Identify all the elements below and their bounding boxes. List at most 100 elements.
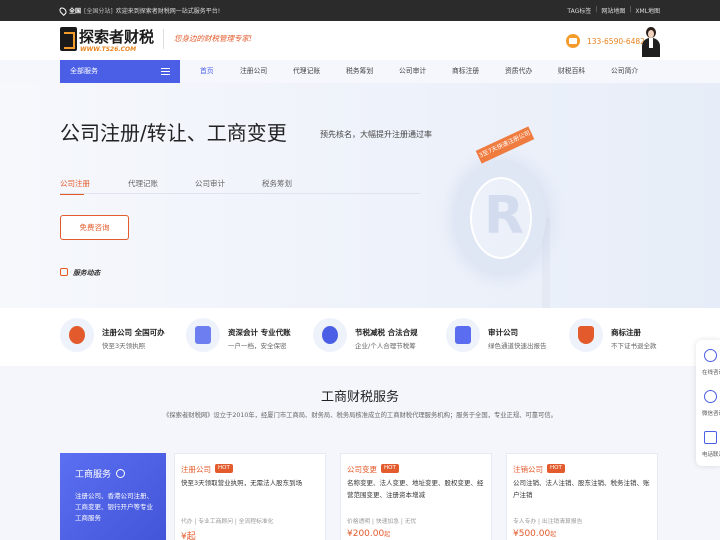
- section-title: 工商财税服务: [320, 390, 399, 405]
- wechat-button[interactable]: 微信咨询: [696, 383, 720, 423]
- float-label: 电话联系: [702, 452, 720, 458]
- tab-bookkeeping[interactable]: 代理记账: [128, 178, 158, 189]
- consultant-avatar: [640, 27, 662, 57]
- feature-audit[interactable]: 审计公司 绿色通道快速出报告: [446, 318, 556, 354]
- card-desc: 注册公司、香港公司注册、工商变更、银行开户等专业工商服务: [75, 492, 153, 522]
- feature-strip: 注册公司 全国可办 快至3天领执照 资深会计 专业代账 一户一档，安全保密 节税…: [0, 308, 720, 366]
- feature-registration[interactable]: 注册公司 全国可办 快至3天领执照: [60, 318, 180, 354]
- service-card-change[interactable]: 公司变更 HOT 名称变更、法人变更、地址变更、股权变更、经营范围变更、注册资本…: [340, 453, 492, 540]
- service-tags: 专人专办 | 出注销清算报告: [513, 519, 583, 525]
- audit-report-icon: [446, 318, 480, 352]
- hero-banner: 公司注册/转让、工商变更 预先核名，大幅提升注册通过率 公司注册 代理记账 公司…: [0, 83, 720, 308]
- hot-badge: HOT: [215, 464, 233, 473]
- feature-desc: 一户一档，安全保密: [228, 342, 287, 350]
- news-label: 服务动态: [73, 269, 101, 277]
- feature-title: 注册公司 全国可办: [102, 328, 165, 337]
- service-desc: 名称变更、法人变更、地址变更、股权变更、经营范围变更、注册资本增减: [347, 479, 484, 499]
- business-service-card[interactable]: 工商服务 注册公司、香港公司注册、工商变更、银行开户等专业工商服务: [60, 453, 166, 540]
- feature-tax-saving[interactable]: 节税减税 合法合规 企业/个人合理节税筹: [313, 318, 433, 354]
- service-name: 注册公司: [181, 465, 211, 474]
- feature-title: 商标注册: [611, 328, 641, 337]
- logo-url: WWW.TS26.COM: [80, 46, 137, 53]
- location-pin-icon: [58, 5, 68, 16]
- menu-icon: [161, 68, 170, 75]
- registered-trademark-graphic: R 3至7天快速注册公司: [456, 126, 566, 308]
- all-services-label: 全部服务: [70, 67, 98, 75]
- floating-contact-bar: 在线咨询 微信咨询 电话联系: [696, 340, 720, 466]
- feature-title: 节税减税 合法合规: [355, 328, 418, 337]
- tab-company-registration[interactable]: 公司注册: [60, 178, 90, 195]
- hero-subtitle: 预先核名，大幅提升注册通过率: [320, 130, 432, 139]
- phone-icon: [566, 34, 580, 48]
- all-services-menu[interactable]: 全部服务: [60, 60, 180, 83]
- feature-trademark[interactable]: 商标注册 不下证书退全款: [569, 318, 669, 354]
- service-desc: 公司注销、法人注销、股东注销、税务注销、账户注销: [513, 479, 650, 499]
- news-icon: [60, 268, 68, 276]
- region-label: 全国: [69, 8, 82, 15]
- region-switch-link[interactable]: [全国分站]: [84, 6, 113, 15]
- logo-mark-icon: [60, 27, 77, 51]
- top-bar: 全国 [全国分站] 欢迎来到探索者财税网一站式服务平台! TAG标签 | 网站地…: [0, 0, 720, 21]
- service-price: ¥200.00起: [347, 529, 391, 539]
- feature-desc: 快至3天领执照: [102, 342, 146, 350]
- feature-desc: 企业/个人合理节税筹: [355, 342, 416, 350]
- nav-item-about[interactable]: 公司简介: [611, 60, 638, 83]
- float-label: 微信咨询: [702, 411, 720, 417]
- nav-item-trademark[interactable]: 商标注册: [452, 60, 479, 83]
- service-card-deregistration[interactable]: 注销公司 HOT 公司注销、法人注销、股东注销、税务注销、账户注销 专人专办 |…: [506, 453, 658, 540]
- site-logo[interactable]: 探索者财税 WWW.TS26.COM: [60, 25, 156, 57]
- nav-item-company-registration[interactable]: 注册公司: [240, 60, 267, 83]
- sitemap-link[interactable]: 网站地图: [601, 6, 625, 15]
- site-header: 探索者财税 WWW.TS26.COM 您身边的财税管理专家! 133-6590-…: [0, 21, 720, 60]
- nav-item-qualification[interactable]: 资质代办: [505, 60, 532, 83]
- online-chat-button[interactable]: 在线咨询: [696, 342, 720, 382]
- feature-desc: 不下证书退全款: [611, 342, 657, 350]
- hero-title: 公司注册/转让、工商变更: [60, 121, 287, 145]
- service-name: 注销公司: [513, 465, 543, 474]
- nav-item-home[interactable]: 首页: [200, 60, 214, 83]
- tab-divider: [60, 193, 420, 194]
- nav-item-tax-planning[interactable]: 税务筹划: [346, 60, 373, 83]
- xml-map-link[interactable]: XML地图: [635, 6, 660, 15]
- service-card-registration[interactable]: 注册公司 HOT 快至3天领取营业执照，无需法人股东到场 代办 | 专业工商顾问…: [174, 453, 326, 540]
- service-tags: 价格透明 | 快速加急 | 无忧: [347, 519, 417, 525]
- header-slogan: 您身边的财税管理专家!: [163, 29, 267, 49]
- feature-desc: 绿色通道快速出报告: [488, 342, 547, 350]
- nav-item-tax-wiki[interactable]: 财税百科: [558, 60, 585, 83]
- feature-bookkeeping[interactable]: 资深会计 专业代账 一户一档，安全保密: [186, 318, 306, 354]
- registered-r-icon: R: [484, 186, 525, 246]
- nav-item-bookkeeping[interactable]: 代理记账: [293, 60, 320, 83]
- float-label: 在线咨询: [702, 370, 720, 376]
- feature-title: 审计公司: [488, 328, 518, 337]
- hotline-number: 133-6590-6482: [587, 36, 645, 46]
- arrow-right-icon: [116, 469, 125, 478]
- chat-icon: [704, 349, 717, 362]
- service-name: 公司变更: [347, 465, 377, 474]
- emblem-tag: 3至7天快速注册公司: [475, 126, 535, 164]
- phone-contact-button[interactable]: 电话联系: [696, 424, 720, 464]
- hotline[interactable]: 133-6590-6482: [566, 34, 645, 48]
- tab-tax-planning[interactable]: 税务筹划: [262, 178, 292, 189]
- service-desc: 快至3天领取营业执照，无需法人股东到场: [181, 479, 303, 487]
- section-desc: 《探索者财税网》设立于2010年，经厦门市工商局、财务局、税务局核准成立的工商财…: [163, 412, 557, 419]
- hot-badge: HOT: [547, 464, 565, 473]
- tab-audit[interactable]: 公司审计: [195, 178, 225, 189]
- main-nav: 全部服务 首页 注册公司 代理记账 税务筹划 公司审计 商标注册 资质代办 财税…: [0, 60, 720, 83]
- top-bar-links: TAG标签 | 网站地图 | XML地图: [567, 6, 660, 15]
- wechat-icon: [704, 390, 717, 403]
- service-price: ¥起: [181, 532, 196, 540]
- services-section: 工商财税服务 《探索者财税网》设立于2010年，经厦门市工商局、财务局、税务局核…: [0, 366, 720, 540]
- service-news[interactable]: 服务动态: [60, 267, 100, 277]
- certificate-icon: [60, 318, 94, 352]
- tag-link[interactable]: TAG标签: [567, 6, 591, 15]
- nav-item-audit[interactable]: 公司审计: [399, 60, 426, 83]
- free-consult-button[interactable]: 免费咨询: [60, 215, 129, 240]
- logo-text: 探索者财税: [79, 28, 155, 46]
- hot-badge: HOT: [381, 464, 399, 473]
- card-title: 工商服务: [75, 470, 112, 480]
- divider: |: [629, 6, 632, 13]
- feature-title: 资深会计 专业代账: [228, 328, 291, 337]
- trademark-shield-icon: [569, 318, 603, 352]
- welcome-text: 欢迎来到探索者财税网一站式服务平台!: [115, 8, 221, 15]
- service-price: ¥500.00起: [513, 529, 557, 539]
